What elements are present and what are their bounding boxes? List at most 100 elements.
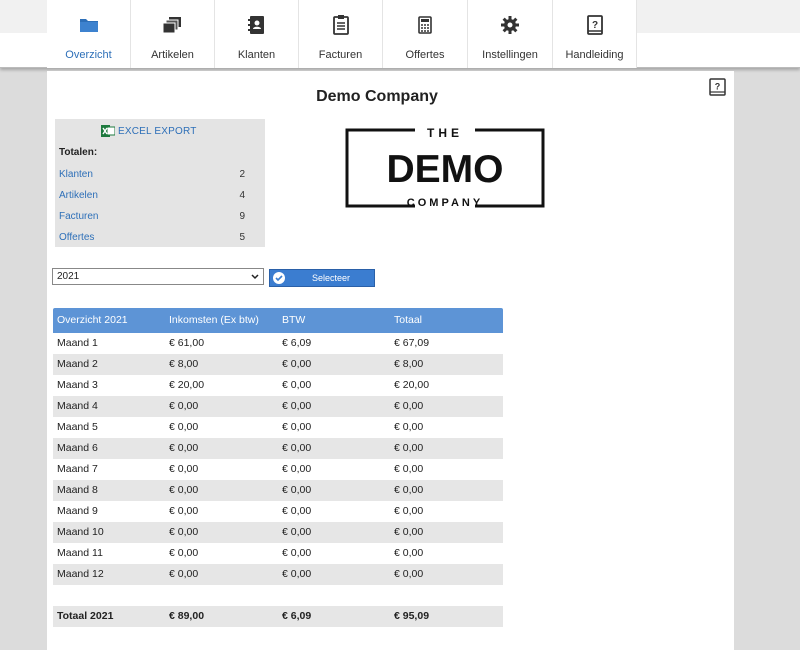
total-cell: Totaal 2021 [57, 610, 114, 622]
stat-value: 9 [239, 211, 245, 222]
svg-text:?: ? [715, 82, 721, 92]
address-book-icon [247, 16, 264, 34]
excel-export-label: EXCEL EXPORT [118, 125, 197, 137]
stack-icon [162, 17, 181, 34]
stat-value: 5 [239, 232, 245, 243]
stat-link[interactable]: Artikelen [59, 190, 98, 201]
nav-item-klanten[interactable]: Klanten [215, 0, 299, 68]
table-row: Maand 6 € 0,00 € 0,00 € 0,00 [53, 438, 503, 459]
total-cell: € 6,09 [282, 610, 312, 622]
table-cell: € 0,00 [169, 547, 199, 559]
nav-item-handleiding[interactable]: ? Handleiding [553, 0, 637, 68]
table-cell: € 0,00 [394, 421, 424, 433]
nav-label: Artikelen [151, 49, 194, 61]
table-cell: € 0,00 [169, 568, 199, 580]
help-book-icon: ? [586, 15, 603, 35]
logo-text-top: THE [427, 128, 463, 140]
stat-row-artikelen: Artikelen 4 [59, 190, 245, 202]
year-select-value: 2021 [57, 271, 80, 282]
excel-icon [101, 125, 115, 137]
table-total-row: Totaal 2021 € 89,00 € 6,09 € 95,09 [53, 606, 503, 627]
table-cell: € 0,00 [169, 442, 199, 454]
table-cell: Maand 8 [57, 484, 98, 496]
column-header: Overzicht 2021 [57, 314, 128, 326]
table-cell: € 0,00 [282, 526, 312, 538]
stat-row-klanten: Klanten 2 [59, 169, 245, 181]
logo-text-bottom: COMPANY [407, 197, 483, 208]
table-cell: Maand 7 [57, 463, 98, 475]
table-cell: € 61,00 [169, 337, 205, 349]
nav-label: Klanten [237, 49, 276, 61]
table-cell: € 0,00 [394, 484, 424, 496]
nav-label: Facturen [318, 49, 363, 61]
select-button[interactable]: Selecteer [269, 269, 375, 287]
table-row: Maand 11 € 0,00 € 0,00 € 0,00 [53, 543, 503, 564]
check-circle-icon [273, 272, 285, 284]
table-cell: Maand 9 [57, 505, 98, 517]
totals-heading: Totalen: [59, 147, 98, 158]
table-cell: € 20,00 [169, 379, 205, 391]
nav-item-instellingen[interactable]: Instellingen [468, 0, 553, 68]
table-cell: Maand 2 [57, 358, 98, 370]
help-icon[interactable]: ? [709, 78, 726, 96]
table-cell: Maand 4 [57, 400, 98, 412]
table-header: Overzicht 2021 Inkomsten (Ex btw) BTW To… [53, 308, 503, 333]
nav-item-artikelen[interactable]: Artikelen [131, 0, 215, 68]
table-row: Maand 7 € 0,00 € 0,00 € 0,00 [53, 459, 503, 480]
chevron-down-icon [251, 274, 259, 280]
table-cell: € 0,00 [282, 442, 312, 454]
nav-label: Offertes [405, 49, 445, 61]
table-cell: € 0,00 [169, 463, 199, 475]
table-row: Maand 9 € 0,00 € 0,00 € 0,00 [53, 501, 503, 522]
table-row: Maand 3 € 20,00 € 0,00 € 20,00 [53, 375, 503, 396]
nav-item-facturen[interactable]: Facturen [299, 0, 383, 68]
table-cell: € 0,00 [282, 568, 312, 580]
table-row: Maand 2 € 8,00 € 0,00 € 8,00 [53, 354, 503, 375]
table-cell: Maand 3 [57, 379, 98, 391]
clipboard-icon [332, 15, 349, 35]
overview-table: Overzicht 2021 Inkomsten (Ex btw) BTW To… [53, 308, 503, 627]
year-select[interactable]: 2021 [52, 268, 264, 285]
table-cell: Maand 11 [57, 547, 103, 559]
table-cell: € 0,00 [282, 358, 312, 370]
stat-value: 4 [239, 190, 245, 201]
nav-item-offertes[interactable]: Offertes [383, 0, 468, 68]
table-cell: € 0,00 [169, 400, 199, 412]
table-cell: € 0,00 [282, 421, 312, 433]
table-cell: € 67,09 [394, 337, 430, 349]
nav-item-overzicht[interactable]: Overzicht [47, 0, 131, 68]
stat-row-offertes: Offertes 5 [59, 232, 245, 244]
main-content: Demo Company EXCEL EXPORT Totalen: Klant… [47, 71, 734, 650]
stat-row-facturen: Facturen 9 [59, 211, 245, 223]
table-cell: Maand 5 [57, 421, 98, 433]
nav-label: Instellingen [482, 49, 538, 61]
table-row: Maand 5 € 0,00 € 0,00 € 0,00 [53, 417, 503, 438]
table-spacer [53, 585, 503, 606]
calculator-icon [418, 16, 432, 34]
excel-export-link[interactable]: EXCEL EXPORT [101, 124, 197, 138]
table-cell: € 8,00 [169, 358, 199, 370]
table-body: Maand 1 € 61,00 € 6,09 € 67,09 Maand 2 € 8,00… [53, 333, 503, 585]
table-cell: € 0,00 [394, 463, 424, 475]
nav-strip-right [637, 0, 800, 33]
totals-panel: EXCEL EXPORT Totalen: Klanten 2 Artikele… [55, 119, 265, 247]
column-header: Totaal [394, 314, 423, 326]
table-cell: € 0,00 [282, 379, 312, 391]
total-cell: € 89,00 [169, 610, 205, 622]
table-cell: € 6,09 [282, 337, 312, 349]
table-cell: € 0,00 [282, 463, 312, 475]
nav-label: Overzicht [65, 49, 112, 61]
table-cell: Maand 12 [57, 568, 104, 580]
svg-text:?: ? [591, 20, 597, 31]
company-logo: THE DEMO COMPANY [345, 128, 545, 208]
logo-text-main: DEMO [387, 148, 504, 191]
table-cell: € 0,00 [394, 400, 424, 412]
stat-link[interactable]: Offertes [59, 232, 94, 243]
top-navigation: Overzicht Artikelen Klanten Facturen Off… [0, 0, 800, 68]
table-row: Maand 1 € 61,00 € 6,09 € 67,09 [53, 333, 503, 354]
folder-icon [79, 19, 98, 32]
table-cell: Maand 6 [57, 442, 98, 454]
stat-link[interactable]: Facturen [59, 211, 98, 222]
stat-value: 2 [239, 169, 245, 180]
stat-link[interactable]: Klanten [59, 169, 93, 180]
